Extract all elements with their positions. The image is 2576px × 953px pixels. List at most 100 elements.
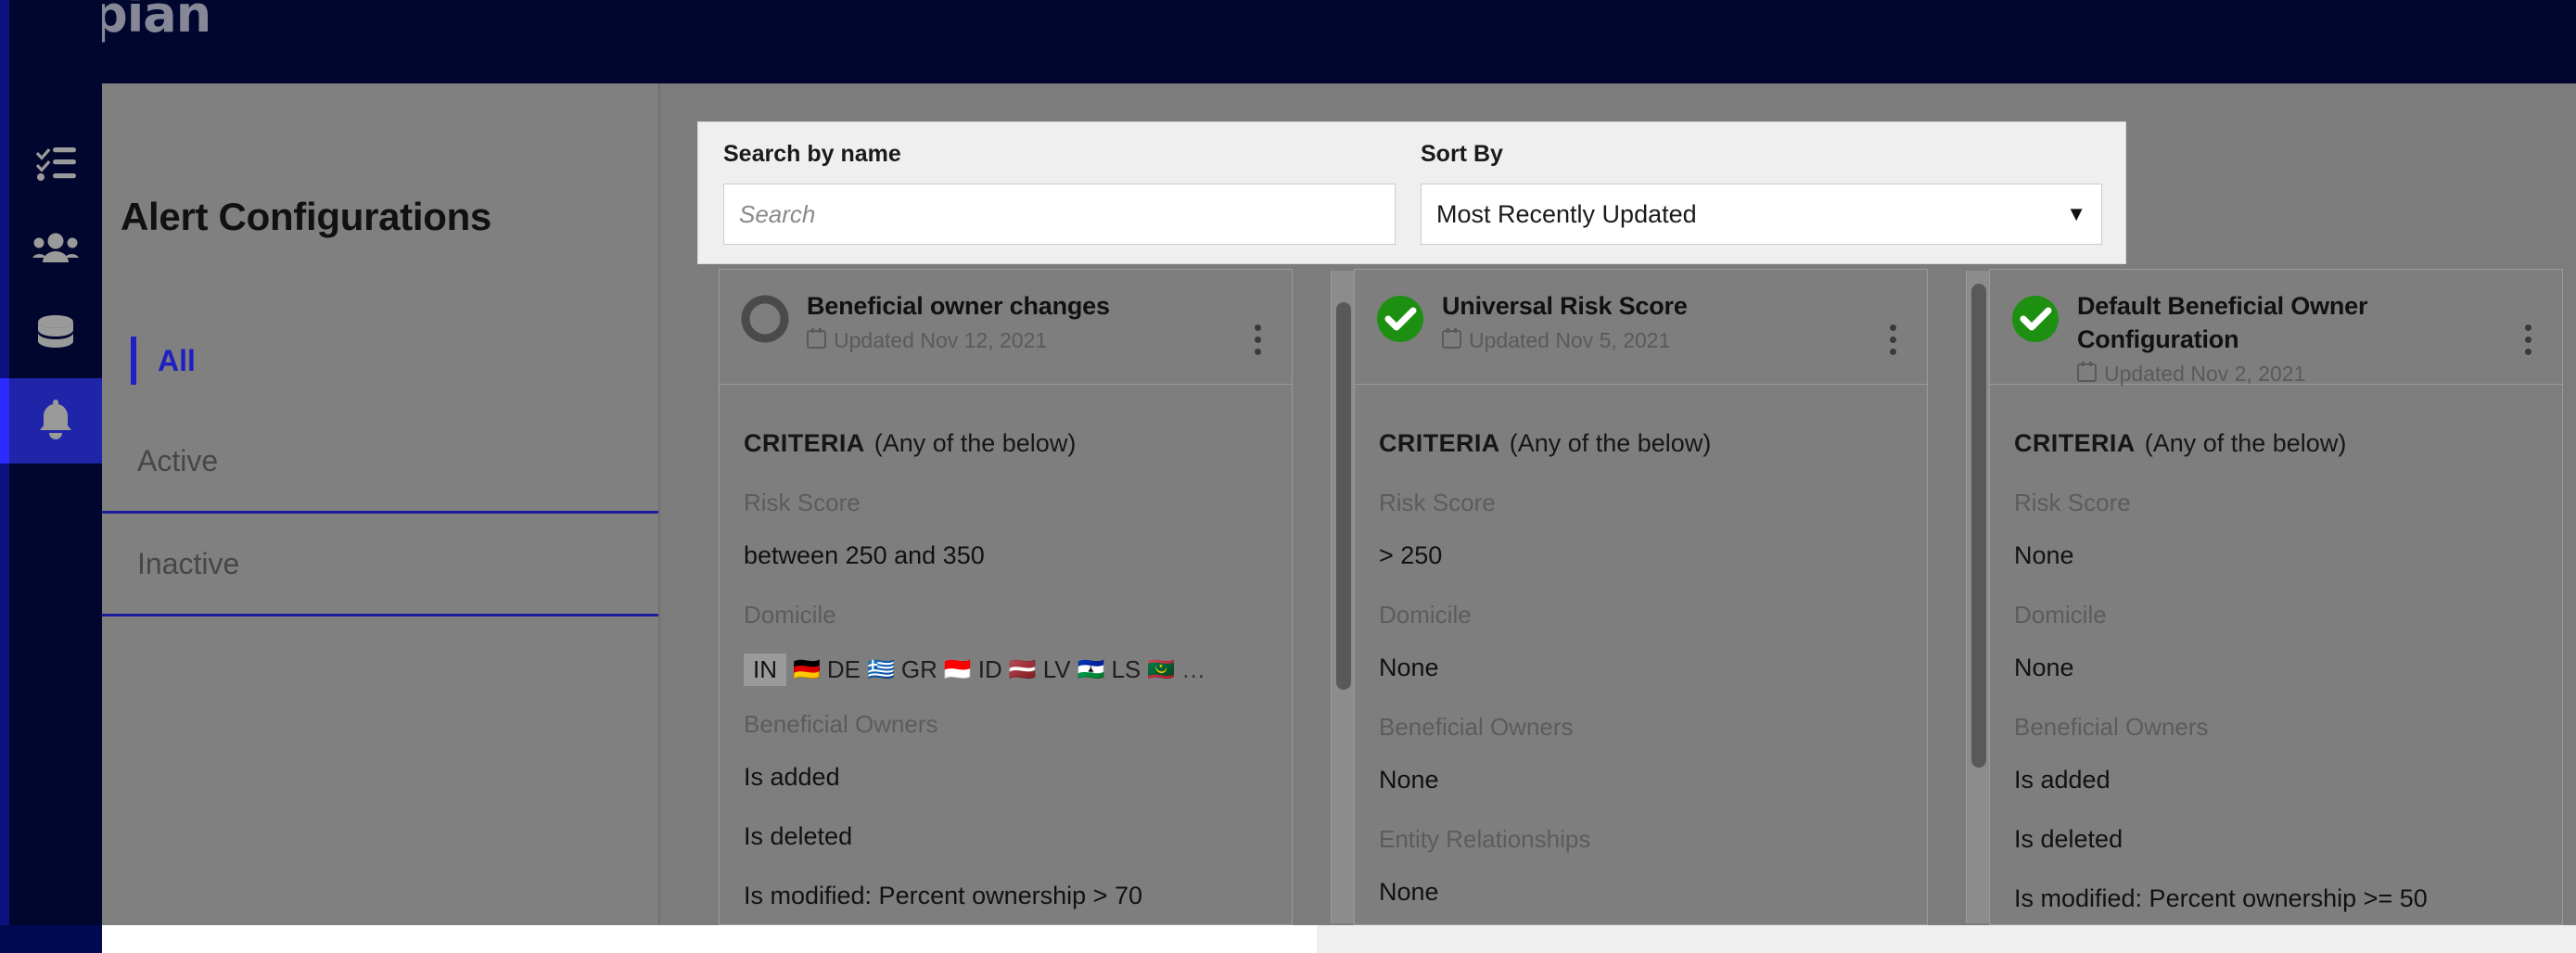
page-title: Alert Configurations (121, 195, 491, 238)
kebab-dot (2524, 337, 2531, 343)
sort-dropdown[interactable]: Most Recently Updated ▼ (1421, 184, 2102, 245)
filter-tab-inactive-label: Inactive (137, 546, 240, 580)
tasks-icon (34, 146, 77, 185)
search-label: Search by name (723, 141, 901, 167)
calendar-icon (807, 327, 826, 354)
criteria-value: None (2014, 541, 2074, 569)
kebab-dot (2524, 324, 2531, 331)
screen-root: appian Alert Configurations All Active I… (0, 0, 2576, 953)
flags-overflow-indicator: … (1181, 655, 1208, 683)
criteria-key: Beneficial Owners (2014, 713, 2209, 741)
filter-tab-list: All Active Inactive (102, 311, 658, 616)
card-header: Beneficial owner changes Updated Nov 12,… (720, 270, 1292, 385)
alert-config-card-wrapper: Default Beneficial Owner Configuration U… (1989, 269, 2576, 925)
database-icon (35, 314, 76, 358)
country-code-gr: GR (900, 655, 937, 683)
card-updated-text: Updated Nov 2, 2021 (2104, 362, 2306, 387)
criteria-key: Domicile (1379, 601, 1472, 629)
flag-id-icon: 🇮🇩 (943, 657, 972, 682)
alert-config-card[interactable]: Universal Risk Score Updated Nov 5, 2021 (1354, 269, 1928, 925)
filter-divider-2 (102, 614, 658, 616)
criteria-key: Domicile (744, 601, 836, 629)
criteria-qualifier: (Any of the below) (2144, 429, 2347, 457)
criteria-value: None (2014, 654, 2074, 681)
criteria-value: None (1379, 766, 1439, 794)
kebab-dot (1889, 349, 1896, 355)
criteria-key: Beneficial Owners (744, 710, 938, 738)
card-updated: Updated Nov 12, 2021 (807, 327, 1232, 354)
card-overflow-menu-button[interactable] (1242, 296, 1273, 384)
criteria-key: Entity Relationships (1379, 825, 1591, 853)
filter-tab-inactive[interactable]: Inactive (102, 514, 658, 614)
criteria-key: Risk Score (744, 489, 861, 516)
chevron-down-icon: ▼ (2066, 202, 2086, 225)
card-updated-text: Updated Nov 12, 2021 (834, 328, 1048, 353)
alert-config-card[interactable]: Beneficial owner changes Updated Nov 12,… (719, 269, 1293, 925)
flag-gr-icon: 🇬🇷 (867, 657, 895, 682)
card-header: Default Beneficial Owner Configuration U… (1990, 270, 2562, 387)
card-scrollbar[interactable] (1966, 271, 1990, 923)
card-title: Beneficial owner changes (807, 292, 1110, 320)
card-body: CRITERIA (Any of the below) Risk Score > … (1355, 385, 1927, 907)
criteria-label: CRITERIA (744, 429, 865, 457)
footer-rail-strip (0, 925, 102, 953)
card-updated: Updated Nov 5, 2021 (1442, 327, 1868, 354)
card-scrollbar[interactable] (1331, 271, 1355, 923)
filter-tab-all[interactable]: All (102, 311, 658, 411)
flag-lv-icon: 🇱🇻 (1008, 657, 1037, 682)
criteria-heading: CRITERIA (Any of the below) (2014, 429, 2538, 458)
search-sort-panel: Search by name Sort By Most Recently Upd… (697, 121, 2126, 264)
criteria-qualifier: (Any of the below) (874, 429, 1077, 457)
sort-field-group: Sort By Most Recently Updated ▼ (1421, 141, 2102, 245)
footer-white-strip (102, 925, 1317, 953)
kebab-dot (2524, 349, 2531, 355)
card-overflow-menu-button[interactable] (1877, 296, 1908, 384)
country-code-ls: LS (1111, 655, 1141, 683)
people-icon (32, 231, 79, 271)
flag-mr-icon: 🇲🇷 (1147, 657, 1176, 682)
alert-config-card[interactable]: Default Beneficial Owner Configuration U… (1989, 269, 2563, 925)
criteria-key: Domicile (2014, 601, 2107, 629)
nav-item-alerts[interactable] (0, 378, 102, 464)
calendar-icon (1442, 327, 1461, 354)
nav-item-tasks[interactable] (9, 122, 102, 208)
kebab-dot (1254, 349, 1261, 355)
country-code-id: ID (977, 655, 1002, 683)
criteria-label: CRITERIA (1379, 429, 1500, 457)
country-code-de: DE (826, 655, 861, 683)
criteria-value: > 250 (1379, 541, 1443, 569)
nav-item-people[interactable] (9, 208, 102, 293)
criteria-value: Is modified: Percent ownership > 70 (744, 882, 1142, 909)
kebab-dot (1889, 324, 1896, 331)
card-title: Default Beneficial Owner Configuration (2077, 292, 2368, 353)
search-input[interactable] (723, 184, 1396, 245)
bell-icon (35, 398, 76, 445)
filter-tab-active[interactable]: Active (102, 411, 658, 511)
criteria-key: Risk Score (2014, 489, 2131, 516)
criteria-value: Is added (744, 763, 840, 791)
criteria-qualifier: (Any of the below) (1509, 429, 1712, 457)
kebab-dot (1254, 324, 1261, 331)
country-code-lv: LV (1042, 655, 1071, 683)
footer-grey-strip (1317, 925, 2576, 953)
nav-item-records[interactable] (9, 293, 102, 378)
card-scrollbar-thumb[interactable] (1336, 302, 1351, 690)
alert-config-panel: Alert Configurations All Active Inactive (102, 83, 660, 925)
flag-ls-icon: 🇱🇸 (1077, 657, 1105, 682)
kebab-dot (1889, 337, 1896, 343)
criteria-value-flags: IN 🇩🇪 DE 🇬🇷 GR 🇮🇩 ID 🇱🇻 LV 🇱🇸 LS 🇲🇷 … (744, 654, 1268, 686)
card-title-group: Beneficial owner changes Updated Nov 12,… (807, 290, 1242, 384)
card-title-group: Universal Risk Score Updated Nov 5, 2021 (1442, 290, 1877, 384)
card-body: CRITERIA (Any of the below) Risk Score be… (720, 385, 1292, 910)
global-nav-rail (0, 0, 102, 953)
card-overflow-menu-button[interactable] (2512, 296, 2544, 384)
kebab-dot (1254, 337, 1261, 343)
criteria-label: CRITERIA (2014, 429, 2136, 457)
status-active-icon (1375, 294, 1425, 344)
card-title-group: Default Beneficial Owner Configuration U… (2077, 290, 2512, 387)
card-scrollbar-thumb[interactable] (1971, 284, 1986, 768)
sort-dropdown-value: Most Recently Updated (1436, 199, 1697, 228)
filter-tab-active-label: Active (137, 443, 219, 477)
flag-de-icon: 🇩🇪 (793, 657, 821, 682)
status-inactive-icon (740, 294, 790, 344)
